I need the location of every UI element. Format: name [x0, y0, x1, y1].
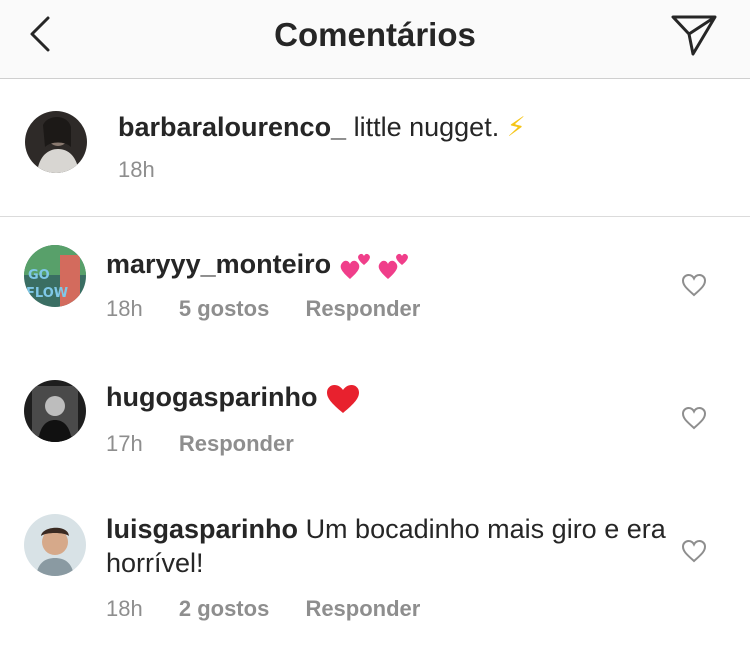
caption-timestamp: 18h: [118, 157, 155, 182]
comment-text: luisgasparinho Um bocadinho mais giro e …: [106, 512, 666, 580]
comment-meta: 18h 2 gostos Responder: [106, 596, 450, 622]
heart-outline-icon: [681, 273, 707, 297]
comment-text: hugogasparinho: [106, 380, 666, 415]
like-button[interactable]: [681, 539, 707, 563]
two-hearts-emoji: [339, 249, 409, 279]
comment-username[interactable]: luisgasparinho: [106, 514, 298, 544]
comment-meta: 17h Responder: [106, 431, 324, 457]
like-button[interactable]: [681, 273, 707, 297]
caption-username[interactable]: barbaralourenco_: [118, 112, 346, 142]
comment-timestamp: 18h: [106, 596, 143, 621]
share-button[interactable]: [670, 12, 718, 58]
comment-item: luisgasparinho Um bocadinho mais giro e …: [0, 502, 750, 642]
reply-button[interactable]: Responder: [179, 431, 294, 456]
caption-text: barbaralourenco_ little nugget. ⚡: [118, 110, 526, 144]
heart-outline-icon: [681, 406, 707, 430]
svg-text:FLOW: FLOW: [26, 286, 68, 301]
avatar[interactable]: [24, 514, 86, 576]
red-heart-emoji: [327, 384, 360, 413]
lightning-emoji: ⚡: [506, 112, 526, 142]
caption-message: little nugget.: [353, 112, 500, 142]
avatar-photo-barbaralourenco: [25, 111, 87, 173]
avatar[interactable]: [24, 380, 86, 442]
comment-username[interactable]: hugogasparinho: [106, 382, 318, 412]
post-caption: barbaralourenco_ little nugget. ⚡ 18h: [0, 79, 750, 217]
page-title: Comentários: [274, 16, 476, 53]
svg-text:GO: GO: [28, 268, 50, 283]
comment-timestamp: 17h: [106, 431, 143, 456]
avatar-photo-luisgasparinho: [24, 514, 86, 576]
likes-count[interactable]: 2 gostos: [179, 596, 269, 621]
comment-item: GO FLOW maryyy_monteiro 18h 5 gostos Res…: [0, 233, 750, 333]
top-bar: Comentários: [0, 0, 750, 79]
avatar-photo-hugogasparinho: [24, 380, 86, 442]
likes-count[interactable]: 5 gostos: [179, 296, 269, 321]
reply-button[interactable]: Responder: [305, 596, 420, 621]
comment-username[interactable]: maryyy_monteiro: [106, 249, 331, 279]
heart-outline-icon: [681, 539, 707, 563]
comment-meta: 18h 5 gostos Responder: [106, 296, 450, 322]
comment-item: hugogasparinho 17h Responder: [0, 368, 750, 468]
comment-timestamp: 18h: [106, 296, 143, 321]
reply-button[interactable]: Responder: [305, 296, 420, 321]
comments-screen: Comentários barbaralourenco_ little nugg…: [0, 0, 750, 656]
paper-plane-icon: [671, 15, 717, 56]
two-hearts-icon: [340, 253, 408, 279]
avatar[interactable]: GO FLOW: [24, 245, 86, 307]
like-button[interactable]: [681, 406, 707, 430]
comment-text: maryyy_monteiro: [106, 247, 666, 283]
avatar[interactable]: [25, 111, 87, 173]
avatar-photo-maryyy-monteiro: GO FLOW: [24, 245, 86, 307]
